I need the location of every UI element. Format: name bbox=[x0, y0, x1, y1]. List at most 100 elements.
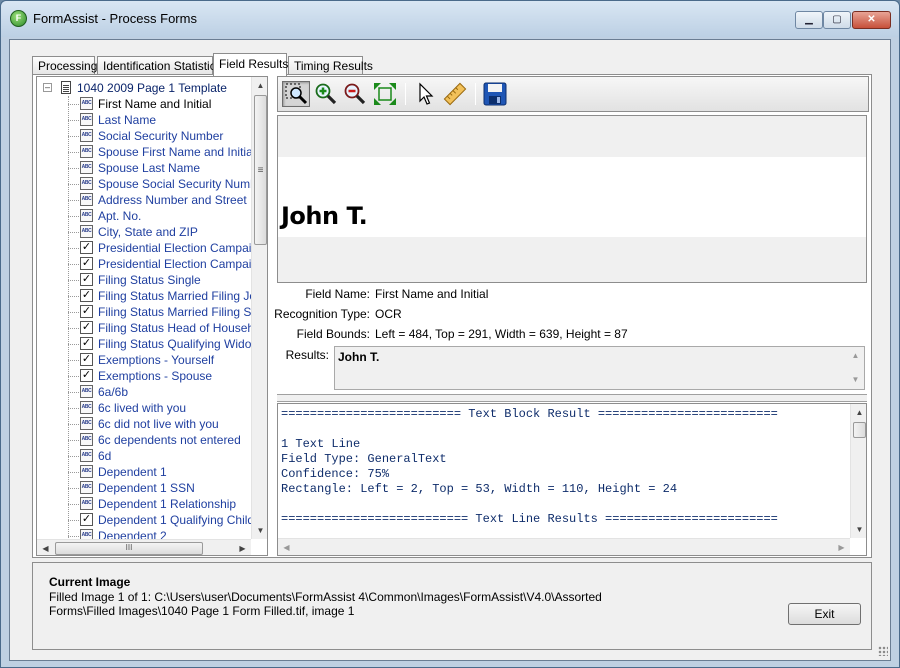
text-field-icon: ABC bbox=[80, 449, 93, 462]
recognition-log[interactable]: ========================= Text Block Res… bbox=[277, 403, 867, 556]
tree-item-label: 6d bbox=[98, 449, 112, 463]
panel-splitter[interactable] bbox=[277, 394, 867, 402]
tree-branch-line bbox=[68, 328, 79, 329]
text-field-icon: ABC bbox=[80, 465, 93, 478]
client-area: Processing Identification Statistics Fie… bbox=[9, 39, 891, 661]
tree-item-label: Filing Status Married Filing Jointly bbox=[98, 289, 251, 303]
tree-branch-line bbox=[68, 312, 79, 313]
results-value: John T. bbox=[338, 350, 380, 364]
tree-item-label: Address Number and Street bbox=[98, 193, 247, 207]
tree-branch-line bbox=[68, 120, 79, 121]
field-detail-area: John T. Field Name: First Name and Initi… bbox=[274, 76, 869, 556]
tree-item-label: Spouse Social Security Number bbox=[98, 177, 251, 191]
ruler-button[interactable] bbox=[441, 81, 469, 107]
tree-item-label: Spouse First Name and Initial bbox=[98, 145, 251, 159]
tree-branch-line bbox=[68, 504, 79, 505]
checkbox-field-icon: ✓ bbox=[80, 513, 93, 526]
title-bar[interactable]: F FormAssist - Process Forms ▁ ▢ ✕ bbox=[1, 1, 899, 37]
scroll-down-arrow-icon[interactable]: ▼ bbox=[851, 521, 866, 538]
tab-timing-results[interactable]: Timing Results bbox=[288, 56, 373, 75]
log-vertical-scrollbar[interactable]: ▲ ▼ bbox=[850, 404, 866, 538]
text-field-icon: ABC bbox=[80, 129, 93, 142]
field-name-row: Field Name: First Name and Initial bbox=[277, 287, 867, 303]
tab-identification-statistics[interactable]: Identification Statistics bbox=[97, 56, 222, 75]
checkbox-field-icon: ✓ bbox=[80, 321, 93, 334]
text-field-icon: ABC bbox=[80, 401, 93, 414]
log-line: Confidence: 75% bbox=[281, 467, 390, 481]
tab-field-results[interactable]: Field Results bbox=[213, 53, 288, 76]
text-field-icon: ABC bbox=[80, 497, 93, 510]
zoom-in-button[interactable] bbox=[312, 81, 340, 107]
scroll-right-arrow-icon[interactable]: ▶ bbox=[833, 539, 850, 555]
field-bounds-row: Field Bounds: Left = 484, Top = 291, Wid… bbox=[277, 327, 867, 343]
field-image-view[interactable]: John T. bbox=[277, 115, 867, 283]
log-scroll-thumb[interactable] bbox=[853, 422, 866, 438]
tree-scroll-thumb[interactable]: ≡ bbox=[254, 95, 267, 245]
tree-item-label: Presidential Election Campaign - bbox=[98, 241, 251, 255]
scroll-down-arrow-icon[interactable]: ▼ bbox=[847, 371, 864, 388]
zoom-select-icon bbox=[285, 83, 308, 105]
checkbox-field-icon: ✓ bbox=[80, 353, 93, 366]
scroll-left-arrow-icon[interactable]: ◀ bbox=[278, 539, 295, 555]
tree-item-label: First Name and Initial bbox=[98, 97, 212, 111]
text-field-icon: ABC bbox=[80, 97, 93, 110]
resize-grip-icon[interactable] bbox=[878, 646, 888, 656]
field-tree-view: – 1040 2009 Page 1 Template ABC First Nam… bbox=[37, 77, 251, 539]
scroll-down-arrow-icon[interactable]: ▼ bbox=[252, 522, 267, 539]
tree-vertical-scrollbar[interactable]: ▲ ≡ ▼ bbox=[251, 77, 267, 539]
current-image-title: Current Image bbox=[49, 575, 131, 589]
tree-branch-line bbox=[68, 280, 79, 281]
tree-branch-line bbox=[68, 376, 79, 377]
pointer-icon bbox=[419, 82, 434, 105]
minimize-button[interactable]: ▁ bbox=[795, 11, 823, 29]
scroll-right-arrow-icon[interactable]: ▶ bbox=[234, 540, 251, 555]
tree-item-label: Dependent 1 Qualifying Child Tax bbox=[98, 513, 251, 527]
tree-item-label: 6c dependents not entered bbox=[98, 433, 241, 447]
field-name-value: First Name and Initial bbox=[375, 287, 489, 301]
scroll-up-arrow-icon[interactable]: ▲ bbox=[847, 347, 864, 364]
scroll-up-arrow-icon[interactable]: ▲ bbox=[851, 404, 866, 421]
current-image-panel: Current Image Filled Image 1 of 1: C:\Us… bbox=[32, 562, 872, 650]
tree-item-label: Filing Status Married Filing Sepa bbox=[98, 305, 251, 319]
tree-branch-line bbox=[68, 536, 79, 537]
text-field-icon: ABC bbox=[80, 225, 93, 238]
log-horizontal-scrollbar[interactable]: ◀ ▶ bbox=[278, 538, 850, 555]
zoom-select-button[interactable] bbox=[282, 81, 310, 107]
tree-item-label: Dependent 1 bbox=[98, 465, 167, 479]
fit-to-window-button[interactable] bbox=[371, 81, 399, 107]
scroll-left-arrow-icon[interactable]: ◀ bbox=[37, 540, 54, 555]
current-image-path: Filled Image 1 of 1: C:\Users\user\Docum… bbox=[49, 590, 602, 618]
text-field-icon: ABC bbox=[80, 481, 93, 494]
exit-button[interactable]: Exit bbox=[788, 603, 861, 625]
maximize-button[interactable]: ▢ bbox=[823, 11, 851, 29]
collapse-icon[interactable]: – bbox=[43, 83, 52, 92]
results-textbox[interactable]: John T. ▲ ▼ bbox=[334, 346, 865, 390]
tree-root-label: 1040 2009 Page 1 Template bbox=[77, 81, 227, 95]
tree-horizontal-scrollbar[interactable]: ◀ III ▶ bbox=[37, 539, 251, 555]
save-icon bbox=[483, 82, 507, 106]
tab-processing[interactable]: Processing bbox=[32, 56, 97, 75]
scroll-up-arrow-icon[interactable]: ▲ bbox=[252, 77, 267, 94]
checkbox-field-icon: ✓ bbox=[80, 305, 93, 318]
tree-branch-line bbox=[68, 488, 79, 489]
save-button[interactable] bbox=[481, 81, 509, 107]
tree-item-label: Filing Status Head of Household bbox=[98, 321, 251, 335]
text-field-icon: ABC bbox=[80, 145, 93, 158]
checkbox-field-icon: ✓ bbox=[80, 337, 93, 350]
pointer-button[interactable] bbox=[411, 81, 439, 107]
document-icon bbox=[61, 81, 71, 94]
log-line: 1 Text Line bbox=[281, 437, 361, 451]
zoom-out-button[interactable] bbox=[341, 81, 369, 107]
tree-item-label: Social Security Number bbox=[98, 129, 224, 143]
window-title: FormAssist - Process Forms bbox=[33, 11, 197, 26]
tree-hscroll-thumb[interactable]: III bbox=[55, 542, 203, 555]
main-window: F FormAssist - Process Forms ▁ ▢ ✕ Proce… bbox=[0, 0, 900, 668]
results-scrollbar[interactable]: ▲ ▼ bbox=[847, 347, 864, 389]
ruler-icon bbox=[443, 82, 467, 106]
tree-item-label: Dependent 2 bbox=[98, 529, 167, 539]
tree-branch-line bbox=[68, 200, 79, 201]
close-button[interactable]: ✕ bbox=[852, 11, 891, 29]
tree-item-label: City, State and ZIP bbox=[98, 225, 198, 239]
